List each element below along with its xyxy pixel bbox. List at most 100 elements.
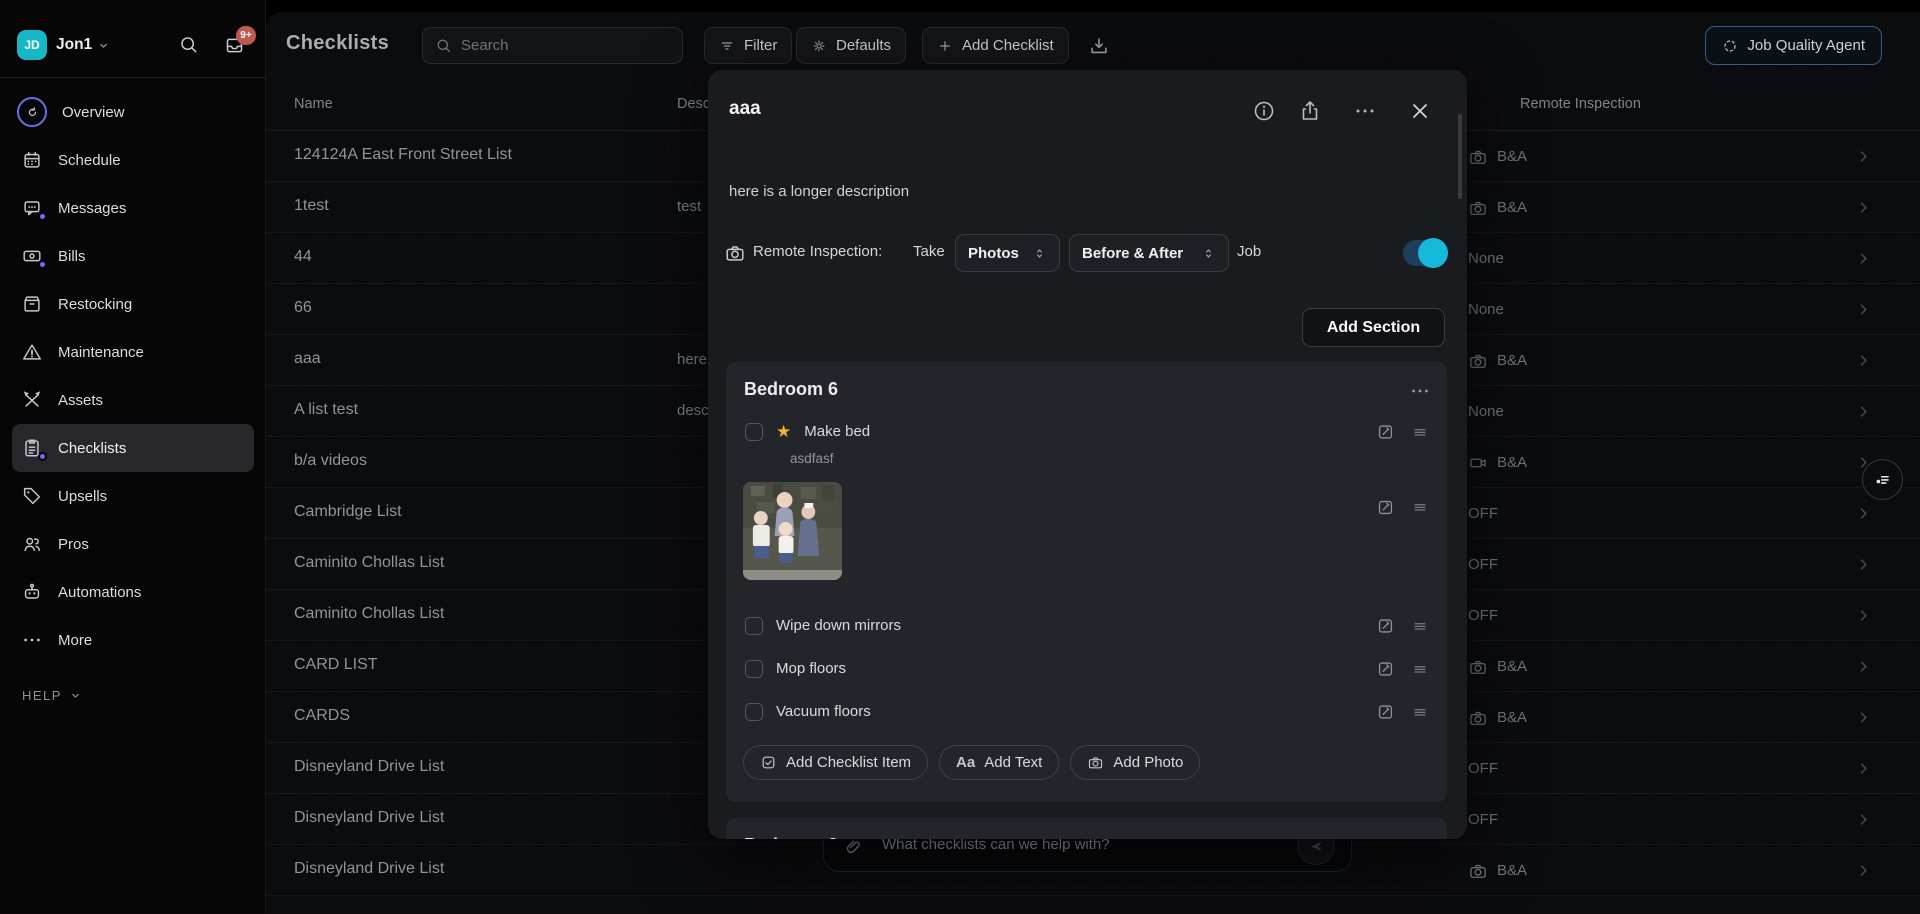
add-photo-button[interactable]: Add Photo [1070, 745, 1200, 780]
chevron-right-icon[interactable] [1854, 300, 1873, 319]
chevron-right-icon[interactable] [1854, 657, 1873, 676]
defaults-button[interactable]: Defaults [796, 27, 906, 64]
warning-triangle-icon [21, 341, 43, 363]
filter-button[interactable]: Filter [704, 27, 792, 64]
chevron-right-icon[interactable] [1854, 351, 1873, 370]
sidebar-item-maintenance[interactable]: Maintenance [12, 328, 254, 376]
job-quality-agent-button[interactable]: Job Quality Agent [1705, 26, 1882, 65]
item-checkbox[interactable] [745, 617, 763, 635]
chevron-right-icon[interactable] [1854, 198, 1873, 217]
drag-handle-icon[interactable] [1411, 660, 1429, 678]
sidebar-item-overview[interactable]: Overview [12, 88, 254, 136]
add-text-button[interactable]: Aa Add Text [939, 745, 1059, 780]
drag-handle-icon[interactable] [1411, 423, 1429, 441]
notification-dot [38, 212, 47, 221]
sidebar-item-checklists[interactable]: Checklists [12, 424, 254, 472]
star-icon: ★ [776, 423, 791, 440]
edit-icon[interactable] [1376, 498, 1395, 517]
agenda-floating-button[interactable] [1862, 459, 1903, 500]
info-icon[interactable] [1252, 99, 1276, 123]
sidebar-item-automations[interactable]: Automations [12, 568, 254, 616]
more-options-icon[interactable] [1353, 99, 1377, 123]
chevron-right-icon[interactable] [1854, 861, 1873, 880]
chevron-right-icon[interactable] [1854, 555, 1873, 574]
add-checklist-label: Add Checklist [962, 37, 1054, 54]
item-photo[interactable] [743, 482, 842, 580]
chevron-down-icon[interactable] [97, 39, 110, 52]
close-icon[interactable] [1408, 99, 1432, 123]
edit-icon[interactable] [1376, 422, 1395, 441]
checklist-item-row[interactable]: Mop floors [726, 647, 1447, 690]
row-inspection-value: OFF [1468, 505, 1498, 522]
chevron-right-icon[interactable] [1854, 708, 1873, 727]
sidebar-item-label: Restocking [58, 296, 132, 313]
paperclip-icon[interactable] [844, 837, 864, 857]
item-checkbox[interactable] [745, 703, 763, 721]
row-name: Cambridge List [294, 503, 402, 521]
photos-dropdown[interactable]: Photos [955, 234, 1060, 272]
chevron-right-icon[interactable] [1854, 810, 1873, 829]
chevron-right-icon[interactable] [1854, 759, 1873, 778]
edit-icon[interactable] [1376, 616, 1395, 635]
sidebar-item-messages[interactable]: Messages [12, 184, 254, 232]
edit-icon[interactable] [1376, 659, 1395, 678]
sidebar-header: JD Jon1 9+ [0, 0, 265, 78]
search-icon[interactable] [178, 34, 199, 55]
notification-dot [38, 452, 47, 461]
user-name[interactable]: Jon1 [56, 36, 92, 54]
chevron-right-icon[interactable] [1854, 147, 1873, 166]
sidebar-item-schedule[interactable]: Schedule [12, 136, 254, 184]
row-remote-inspection: None [1468, 386, 1504, 437]
checklist-item-row[interactable]: Wipe down mirrors [726, 604, 1447, 647]
row-name: CARDS [294, 707, 350, 725]
sidebar-item-pros[interactable]: Pros [12, 520, 254, 568]
item-checkbox[interactable] [745, 423, 763, 441]
page-title: Checklists [286, 32, 389, 55]
edit-icon[interactable] [1376, 702, 1395, 721]
remote-inspection-toggle[interactable] [1403, 240, 1445, 266]
gear-icon [811, 38, 827, 54]
row-remote-inspection: OFF [1468, 590, 1498, 641]
avatar[interactable]: JD [17, 30, 47, 60]
drag-handle-icon[interactable] [1411, 617, 1429, 635]
drag-handle-icon[interactable] [1411, 703, 1429, 721]
item-checkbox[interactable] [745, 660, 763, 678]
sidebar-item-help[interactable]: HELP [22, 688, 82, 703]
row-remote-inspection: None [1468, 233, 1504, 284]
checklist-item-row[interactable]: ★ Make bed [726, 410, 1447, 453]
chevron-right-icon[interactable] [1854, 249, 1873, 268]
download-icon[interactable] [1088, 35, 1110, 57]
sidebar-item-bills[interactable]: Bills [12, 232, 254, 280]
add-checklist-item-button[interactable]: Add Checklist Item [743, 745, 928, 780]
camera-icon [1468, 147, 1488, 167]
sidebar-item-label: Schedule [58, 152, 121, 169]
sidebar-item-more[interactable]: More [12, 616, 254, 664]
camera-icon [1087, 754, 1104, 771]
section-options-icon[interactable] [1409, 380, 1431, 402]
share-icon[interactable] [1298, 99, 1322, 123]
chevron-right-icon[interactable] [1854, 504, 1873, 523]
sidebar-nav: Overview Schedule Messages Bills Restock… [0, 88, 266, 664]
checklist-item-row[interactable]: Vacuum floors [726, 690, 1447, 733]
before-after-dropdown[interactable]: Before & After [1069, 234, 1229, 272]
chevron-right-icon[interactable] [1854, 402, 1873, 421]
chevron-right-icon[interactable] [1854, 606, 1873, 625]
sidebar-item-upsells[interactable]: Upsells [12, 472, 254, 520]
sidebar: JD Jon1 9+ Overview Schedule Messages Bi… [0, 0, 266, 914]
help-label: HELP [22, 688, 62, 703]
row-name: Disneyland Drive List [294, 809, 444, 827]
row-name: CARD LIST [294, 656, 378, 674]
photo-item-row[interactable] [726, 482, 1447, 580]
item-label: Vacuum floors [776, 703, 871, 720]
search-input[interactable] [461, 37, 670, 54]
drag-handle-icon[interactable] [1411, 498, 1429, 516]
row-remote-inspection: B&A [1468, 335, 1527, 386]
add-checklist-button[interactable]: Add Checklist [922, 27, 1069, 64]
item-label: Make bed [804, 423, 870, 440]
add-section-button[interactable]: Add Section [1302, 308, 1445, 347]
row-name: A list test [294, 401, 358, 419]
modal-scrollbar[interactable] [1458, 114, 1462, 199]
sidebar-item-label: Bills [58, 248, 86, 265]
sidebar-item-restocking[interactable]: Restocking [12, 280, 254, 328]
sidebar-item-assets[interactable]: Assets [12, 376, 254, 424]
